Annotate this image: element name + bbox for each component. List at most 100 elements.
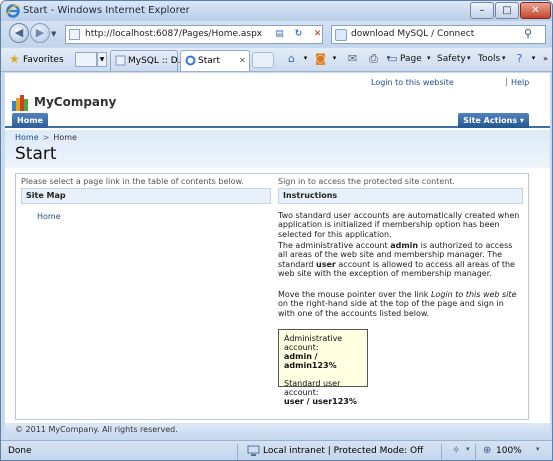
tab-list-dropdown[interactable]: ▼: [97, 52, 107, 67]
back-button[interactable]: ◀: [9, 23, 29, 43]
site-map-header: Site Map: [21, 188, 271, 204]
status-divider: [441, 444, 442, 459]
new-tab-button[interactable]: [252, 52, 274, 68]
security-zone[interactable]: Local intranet | Protected Mode: Off: [263, 446, 423, 456]
admin-account-value: admin / admin123%: [284, 352, 337, 370]
quick-tabs-icon[interactable]: [75, 52, 97, 67]
refresh-icon[interactable]: ↻: [290, 27, 307, 42]
page-menu-icon: ▭: [387, 52, 398, 65]
sitemap-home-link[interactable]: Home: [37, 212, 61, 221]
breadcrumb-current: Home: [53, 133, 77, 142]
home-icon[interactable]: ⌂: [285, 52, 298, 65]
back-arrow-icon: ◀: [14, 26, 24, 39]
status-bar: Done Local intranet | Protected Mode: Of…: [1, 440, 552, 460]
maximize-button[interactable]: □: [495, 2, 519, 19]
footer: © 2011 MyCompany. All rights reserved.: [5, 423, 550, 438]
instructions-paragraph-2: The administrative account admin is auth…: [278, 241, 523, 279]
instructions-header: Instructions: [278, 188, 523, 204]
menu-home-tab[interactable]: Home: [12, 113, 48, 128]
accounts-box: Administrative account: admin / admin123…: [278, 329, 368, 406]
content-area: Please select a page link in the table o…: [15, 173, 529, 420]
breadcrumb-home-link[interactable]: Home: [15, 133, 39, 142]
favorites-star-icon[interactable]: ★: [9, 52, 20, 66]
page-title: Start: [15, 144, 57, 164]
status-text: Done: [8, 446, 32, 456]
address-bar[interactable]: http://localhost:6087/Pages/Home.aspx ▤ …: [65, 25, 323, 44]
feeds-icon[interactable]: ◙: [314, 52, 327, 65]
title-bar: Start - Windows Internet Explorer – □ ✕: [1, 1, 552, 21]
feeds-dropdown[interactable]: ▾: [328, 52, 341, 65]
tab-label: Start: [198, 56, 220, 66]
zoom-level[interactable]: 100%: [496, 446, 522, 456]
recent-pages-dropdown[interactable]: ▼: [51, 30, 56, 38]
breadcrumb: Home > Home: [15, 133, 77, 142]
search-input[interactable]: download MySQL / Connect: [351, 29, 474, 39]
admin-term: admin: [390, 241, 419, 250]
instructions-paragraph-3: Move the mouse pointer over the link Log…: [278, 290, 523, 318]
forward-arrow-icon: ▶: [35, 26, 45, 39]
tools-menu-dropdown[interactable]: ▾: [502, 54, 506, 62]
window-title: Start - Windows Internet Explorer: [23, 5, 190, 16]
favorites-button[interactable]: Favorites: [23, 55, 64, 65]
signin-hint: Sign in to access the protected site con…: [278, 177, 455, 186]
tab-mysql[interactable]: MySQL :: D...: [110, 50, 186, 71]
admin-account-label: Administrative account:: [284, 334, 343, 352]
site-actions-button[interactable]: Site Actions ▾: [458, 113, 529, 128]
intranet-zone-icon: [247, 445, 260, 456]
ie-window: Start - Windows Internet Explorer – □ ✕ …: [0, 0, 553, 461]
zoom-dropdown[interactable]: ▾: [536, 445, 540, 453]
breadcrumb-separator: >: [42, 133, 50, 142]
minimize-button[interactable]: –: [470, 2, 494, 19]
home-dropdown[interactable]: ▾: [299, 52, 312, 65]
instructions-paragraph-1: Two standard user accounts are automatic…: [278, 211, 520, 239]
tools-menu[interactable]: Tools: [478, 54, 500, 64]
page-icon: [69, 29, 80, 40]
user-account-value: user / user123%: [284, 397, 357, 406]
protected-mode-icon[interactable]: ✧: [452, 445, 460, 456]
toc-hint: Please select a page link in the table o…: [21, 177, 244, 186]
favorites-bar: ★ Favorites ▼ MySQL :: D... Start ✕ ⌂ ▾ …: [1, 48, 552, 72]
site-menu: Home Site Actions ▾: [5, 113, 550, 128]
help-icon[interactable]: ?: [513, 52, 526, 65]
text: The administrative account: [278, 241, 391, 250]
copyright-text: © 2011 MyCompany. All rights reserved.: [15, 425, 178, 434]
page-menu-dropdown[interactable]: ▾: [427, 54, 431, 62]
ie-logo-icon: [6, 4, 20, 18]
safety-menu[interactable]: Safety: [437, 54, 466, 64]
user-account-label: Standard user account:: [284, 379, 341, 397]
status-dropdown[interactable]: ▾: [466, 445, 470, 453]
text: Move the mouse pointer over the link: [278, 290, 431, 299]
mail-icon[interactable]: ✉: [346, 52, 359, 65]
address-url[interactable]: http://localhost:6087/Pages/Home.aspx: [85, 29, 262, 39]
address-row: ◀ ▶ ▼ http://localhost:6087/Pages/Home.a…: [1, 21, 552, 47]
separator: |: [505, 77, 508, 86]
compatibility-view-icon[interactable]: ▤: [271, 27, 288, 42]
user-term: user: [316, 259, 336, 269]
login-link-reference: Login to this web site: [430, 290, 517, 299]
search-provider-icon[interactable]: [335, 29, 347, 41]
zoom-icon[interactable]: ⊕: [483, 445, 491, 456]
membership-bar: Login to this website | Help: [5, 73, 550, 91]
company-name: MyCompany: [34, 95, 117, 109]
close-button[interactable]: ✕: [520, 2, 551, 19]
company-logo-icon: [12, 95, 28, 111]
safety-menu-dropdown[interactable]: ▾: [467, 54, 471, 62]
tab-close-icon[interactable]: ✕: [239, 56, 246, 65]
help-link[interactable]: Help: [511, 78, 529, 87]
stop-icon[interactable]: ✕: [309, 27, 326, 42]
search-box[interactable]: download MySQL / Connect ⚲: [331, 25, 546, 44]
page-header: Home > Home Start: [5, 130, 550, 168]
tab-label: MySQL :: D...: [128, 56, 187, 66]
web-page: Login to this website | Help MyCompany H…: [5, 73, 550, 438]
ie-page-icon: [185, 55, 196, 66]
search-icon[interactable]: ⚲: [524, 27, 532, 40]
page-menu[interactable]: Page: [400, 54, 422, 64]
print-icon[interactable]: ⎙: [367, 52, 380, 65]
page-icon: [115, 55, 126, 66]
text: on the right-hand side at the top of the…: [278, 299, 504, 318]
more-commands-icon[interactable]: »: [539, 52, 552, 65]
tab-start[interactable]: Start ✕: [180, 50, 250, 71]
status-divider: [475, 444, 476, 459]
login-link[interactable]: Login to this website: [371, 78, 454, 87]
forward-button[interactable]: ▶: [30, 23, 50, 43]
